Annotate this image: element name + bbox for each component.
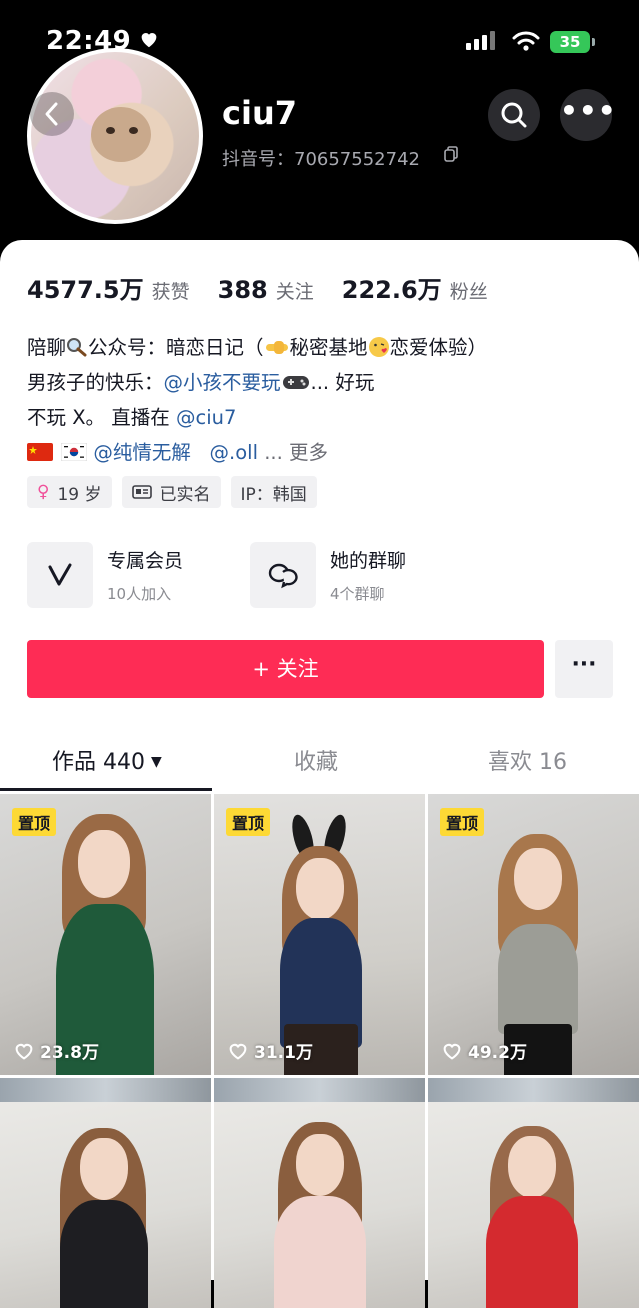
- wifi-icon: [512, 31, 540, 51]
- window-background: [0, 1078, 211, 1102]
- id-card-icon: [131, 485, 152, 499]
- video-thumbnail[interactable]: 置顶 23.8万: [0, 794, 211, 1075]
- following-label[interactable]: 关注: [276, 277, 314, 304]
- followers-label[interactable]: 粉丝: [450, 277, 488, 304]
- tab-label: 作品 440: [52, 750, 145, 775]
- feature-title: 她的群聊: [330, 550, 407, 572]
- likes-count: 31.1万: [254, 1043, 313, 1063]
- video-thumbnail[interactable]: 置顶 49.2万: [428, 794, 639, 1075]
- video-likes: 49.2万: [442, 1038, 527, 1063]
- kiss-face-emoji-icon: [368, 337, 389, 357]
- video-thumbnail[interactable]: [214, 1078, 425, 1308]
- bio-line-3: 不玩 X。 直播在 @ciu7: [27, 400, 617, 435]
- more-dots-icon: ···: [571, 652, 597, 677]
- tab-works[interactable]: 作品 440 ▼: [52, 744, 162, 776]
- gamepad-emoji-icon: [282, 376, 309, 389]
- window-background: [428, 1078, 639, 1102]
- bio: 陪聊 公众号：暗恋日记（ 秘密基地 恋爱体验） 男孩子的快乐：@小孩不要玩 ... 好玩…: [27, 330, 617, 470]
- back-button[interactable]: [30, 92, 74, 136]
- chat-bubbles-icon: [250, 542, 316, 608]
- likes-count: 23.8万: [40, 1043, 99, 1063]
- followers-count[interactable]: 222.6万: [342, 270, 442, 305]
- more-dots-icon: •••: [560, 94, 617, 127]
- avatar-cat: [91, 107, 151, 162]
- video-likes: 31.1万: [228, 1038, 313, 1063]
- more-options-button[interactable]: •••: [560, 89, 617, 141]
- bio-more-link[interactable]: ... 更多: [264, 441, 328, 464]
- pointing-hand-emoji-icon: [265, 341, 288, 354]
- douyin-id: 抖音号：70657552742: [222, 149, 420, 170]
- window-background: [214, 1078, 425, 1102]
- mention-link[interactable]: @纯情无解: [93, 441, 191, 464]
- mention-link[interactable]: @ciu7: [176, 406, 236, 429]
- female-icon: ♀: [37, 482, 50, 502]
- feature-subtitle: 10人加入: [107, 585, 172, 603]
- china-flag-icon: [27, 443, 53, 461]
- search-icon: [501, 102, 527, 128]
- battery-icon: 35: [550, 31, 590, 53]
- battery-tip: [592, 38, 595, 46]
- feature-title: 专属会员: [107, 550, 184, 572]
- bio-text: 男孩子的快乐：: [27, 371, 164, 394]
- content-tabs: 作品 440 ▼ 收藏 喜欢 16: [0, 720, 639, 792]
- profile-tags: ♀ 19 岁 已实名 IP：韩国: [27, 476, 317, 508]
- bio-text: 公众号：暗恋日记（: [88, 336, 264, 359]
- stats-row: 4577.5万 获赞 388 关注 222.6万 粉丝: [27, 270, 516, 305]
- follow-button[interactable]: + 关注: [27, 640, 544, 698]
- v-badge-icon: [27, 542, 93, 608]
- tab-favorites[interactable]: 收藏: [294, 744, 338, 776]
- heart-outline-icon: [443, 1043, 461, 1060]
- bio-text: 秘密基地: [289, 336, 368, 359]
- ip-tag: IP：韩国: [230, 476, 317, 508]
- bio-line-1: 陪聊 公众号：暗恋日记（ 秘密基地 恋爱体验）: [27, 330, 617, 365]
- avatar-eye: [106, 127, 115, 134]
- pinned-badge: 置顶: [12, 808, 57, 836]
- follow-more-button[interactable]: ···: [555, 640, 613, 698]
- likes-count: 4577.5万: [27, 276, 144, 304]
- likes-label: 获赞: [151, 281, 190, 303]
- video-likes: 23.8万: [14, 1038, 99, 1063]
- tag-label: IP：韩国: [240, 484, 307, 505]
- pinned-badge: 置顶: [440, 808, 485, 836]
- magnifier-emoji-icon: [67, 338, 87, 357]
- tag-label: 19 岁: [57, 484, 102, 505]
- heart-outline-icon: [15, 1043, 33, 1060]
- exclusive-membership[interactable]: 专属会员 10人加入: [27, 542, 183, 608]
- tab-underline: [0, 788, 212, 791]
- avatar[interactable]: [27, 48, 203, 224]
- group-chats[interactable]: 她的群聊 4个群聊: [250, 542, 406, 608]
- age-tag: ♀ 19 岁: [27, 476, 112, 508]
- search-button[interactable]: [488, 89, 540, 141]
- profile-card: 4577.5万 获赞 388 关注 222.6万 粉丝 陪聊 公众号：暗恋日记（ 秘…: [0, 240, 639, 1308]
- bio-text: 不玩 X。 直播在: [27, 406, 176, 429]
- mention-link[interactable]: @小孩不要玩: [164, 371, 281, 394]
- video-thumbnail[interactable]: [428, 1078, 639, 1308]
- pinned-badge: 置顶: [226, 808, 271, 836]
- korea-flag-icon: [60, 442, 88, 462]
- chevron-left-icon: [45, 102, 58, 126]
- video-thumbnail[interactable]: [0, 1078, 211, 1308]
- verified-tag: 已实名: [121, 476, 221, 508]
- tab-likes[interactable]: 喜欢 16: [488, 744, 567, 776]
- mention-link[interactable]: @.oll: [210, 441, 258, 464]
- bio-text: ... 好玩: [310, 371, 375, 394]
- bio-line-4: @纯情无解 @.oll ... 更多: [27, 435, 617, 470]
- heart-outline-icon: [229, 1043, 247, 1060]
- avatar-eye: [129, 127, 138, 134]
- likes-count: 49.2万: [468, 1043, 527, 1063]
- bio-text: 陪聊: [27, 336, 67, 359]
- tag-label: 已实名: [159, 484, 211, 505]
- heart-icon: [141, 33, 157, 48]
- bio-line-2: 男孩子的快乐：@小孩不要玩 ... 好玩: [27, 365, 617, 400]
- bio-text: 恋爱体验）: [389, 336, 488, 359]
- caret-down-icon: ▼: [151, 754, 162, 770]
- video-thumbnail[interactable]: 置顶 31.1万: [214, 794, 425, 1075]
- feature-subtitle: 4个群聊: [330, 585, 385, 603]
- following-count[interactable]: 388: [218, 276, 268, 304]
- copy-icon[interactable]: [444, 146, 458, 162]
- profile-username: ciu7: [222, 94, 297, 132]
